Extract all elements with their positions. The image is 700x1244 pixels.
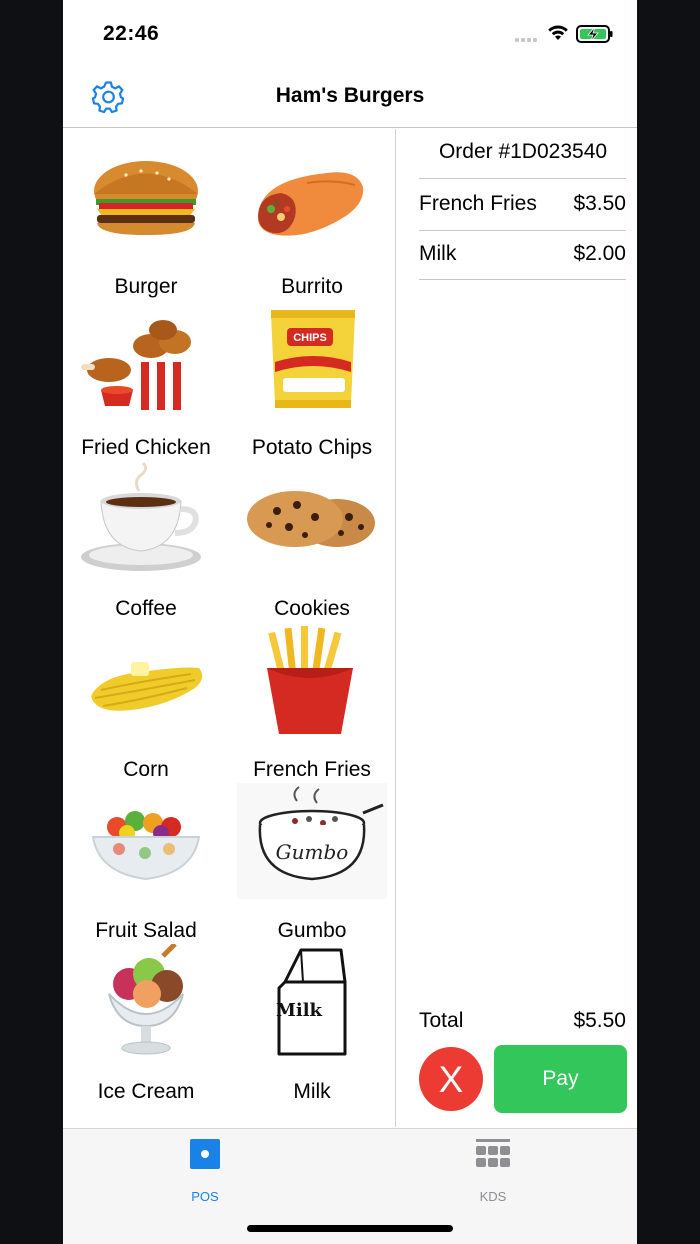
cookies-image [247, 491, 375, 547]
fruit-salad-image [91, 811, 201, 881]
order-line-name: French Fries [419, 192, 537, 215]
menu-item-coffee[interactable]: Coffee [63, 451, 229, 620]
order-line-price: $3.50 [573, 192, 626, 215]
menu-item-milk[interactable]: Milk Milk [229, 934, 395, 1103]
potato-chips-image: CHIPS [271, 310, 355, 408]
tab-label: POS [191, 1189, 219, 1204]
burger-image [94, 161, 198, 235]
status-time: 22:46 [103, 22, 160, 45]
menu-item-burger[interactable]: Burger [63, 129, 229, 298]
status-bar: 22:46 [63, 0, 637, 64]
burrito-image [257, 172, 364, 236]
phone-screen: 22:46 Ham's Burgers Burger Burrito Fried… [63, 0, 637, 1244]
menu-item-french-fries[interactable]: French Fries [229, 612, 395, 781]
tab-kds[interactable]: KDS [433, 1139, 553, 1204]
fried-chicken-image [81, 320, 191, 410]
wifi-icon [547, 24, 569, 47]
tab-label: KDS [479, 1189, 507, 1204]
divider [419, 279, 626, 280]
milk-image: Milk [276, 948, 347, 1056]
order-line[interactable]: French Fries $3.50 [419, 179, 626, 227]
navigation-bar: Ham's Burgers [63, 64, 637, 128]
order-line-name: Milk [419, 242, 457, 265]
battery-charging-icon [576, 24, 614, 49]
cancel-order-button[interactable]: X [419, 1047, 483, 1111]
home-indicator[interactable] [247, 1225, 453, 1232]
ice-cream-image [108, 944, 184, 1055]
menu-item-label: Ice Cream [97, 1080, 195, 1103]
kds-grid-icon [476, 1139, 510, 1167]
signal-icon [515, 38, 541, 43]
pos-icon [190, 1139, 220, 1169]
milk-image-text: Milk [276, 1000, 323, 1021]
tab-pos[interactable]: POS [145, 1139, 265, 1204]
cancel-label: X [438, 1059, 464, 1100]
page-title: Ham's Burgers [275, 84, 425, 107]
menu-item-corn[interactable]: Corn [63, 612, 229, 781]
menu-item-burrito[interactable]: Burrito [229, 129, 395, 298]
coffee-image [81, 461, 201, 571]
menu-item-potato-chips[interactable]: CHIPS Potato Chips [229, 290, 395, 459]
total-value: $5.50 [573, 1009, 626, 1032]
order-line-price: $2.00 [573, 242, 626, 265]
gumbo-image-text: Gumbo [276, 840, 349, 864]
menu-item-ice-cream[interactable]: Ice Cream [63, 934, 229, 1103]
corn-image [91, 662, 203, 711]
order-panel: Order #1D023540 French Fries $3.50 Milk … [397, 129, 637, 1127]
menu-item-fruit-salad[interactable]: Fruit Salad [63, 773, 229, 942]
svg-text:CHIPS: CHIPS [293, 332, 327, 344]
order-line[interactable]: Milk $2.00 [419, 229, 626, 277]
menu-item-fried-chicken[interactable]: Fried Chicken [63, 290, 229, 459]
menu-item-gumbo[interactable]: Gumbo Gumbo [229, 773, 395, 942]
menu-item-label: Milk [293, 1080, 331, 1103]
total-label: Total [419, 1009, 464, 1032]
gumbo-image: Gumbo [237, 783, 387, 899]
order-total: Total $5.50 [419, 1009, 626, 1033]
menu-grid: Burger Burrito Fried Chicken CHIPS Potat… [63, 129, 396, 1127]
french-fries-image [267, 626, 353, 734]
menu-item-cookies[interactable]: Cookies [229, 451, 395, 620]
pay-button[interactable]: Pay [494, 1045, 627, 1113]
order-number: Order #1D023540 [438, 140, 608, 163]
